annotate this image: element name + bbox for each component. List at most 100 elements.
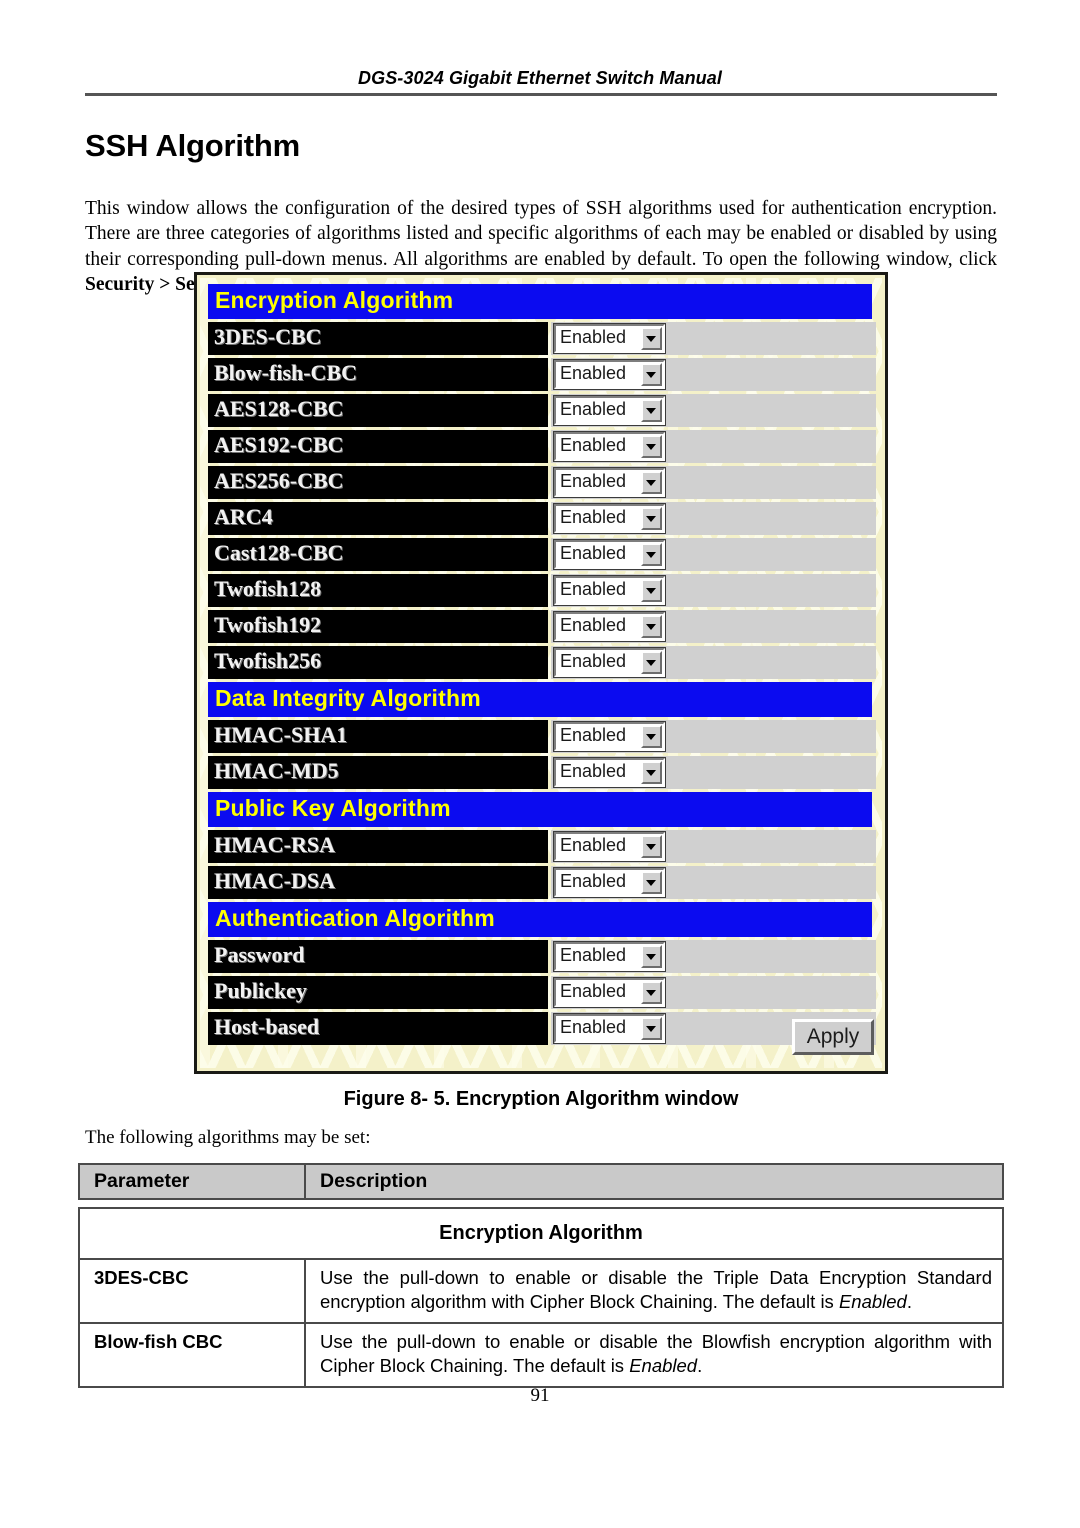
dropdown-value: Enabled	[560, 435, 627, 455]
algorithm-name-cell: Cast128-CBC	[208, 538, 548, 571]
table-lead-in-text: The following algorithms may be set:	[85, 1127, 371, 1148]
dropdown-aes192-cbc[interactable]: Enabled	[553, 431, 666, 462]
algorithm-row-aes128-cbc: AES128-CBC Enabled	[208, 394, 876, 427]
algorithm-row-twofish192: Twofish192 Enabled	[208, 610, 876, 643]
chevron-down-icon[interactable]	[641, 945, 662, 968]
manual-page: DGS-3024 Gigabit Ethernet Switch Manual …	[0, 0, 1080, 1528]
apply-button[interactable]: Apply	[792, 1019, 874, 1055]
chevron-down-icon[interactable]	[641, 507, 662, 530]
algorithm-value-cell: Enabled	[551, 646, 876, 679]
table-spacer-row	[79, 1199, 1003, 1208]
chevron-down-icon[interactable]	[641, 543, 662, 566]
algorithm-row-3des-cbc: 3DES-CBC Enabled	[208, 322, 876, 355]
section-header-label: Encryption Algorithm	[215, 287, 454, 313]
dropdown-value: Enabled	[560, 761, 627, 781]
description-emphasis: Enabled	[838, 1291, 907, 1312]
dropdown-twofish256[interactable]: Enabled	[553, 647, 666, 678]
algorithm-sections: Encryption Algorithm 3DES-CBC Enabled Bl…	[208, 284, 876, 1048]
description-tail: .	[906, 1291, 912, 1312]
chevron-down-icon[interactable]	[641, 871, 662, 894]
algorithm-row-cast128-cbc: Cast128-CBC Enabled	[208, 538, 876, 571]
dropdown-twofish192[interactable]: Enabled	[553, 611, 666, 642]
chevron-down-icon[interactable]	[641, 725, 662, 748]
dropdown-value: Enabled	[560, 871, 627, 891]
chevron-down-icon[interactable]	[641, 327, 662, 350]
algorithm-name-cell: AES128-CBC	[208, 394, 548, 427]
page-title: SSH Algorithm	[85, 127, 300, 163]
algorithm-name-cell: Twofish192	[208, 610, 548, 643]
algorithm-label: Twofish192	[214, 612, 322, 637]
algorithm-label: AES256-CBC	[214, 468, 344, 493]
algorithm-name-cell: Publickey	[208, 976, 548, 1009]
dropdown-hmac-rsa[interactable]: Enabled	[553, 831, 666, 862]
dropdown-cast128-cbc[interactable]: Enabled	[553, 539, 666, 570]
algorithm-row-arc4: ARC4 Enabled	[208, 502, 876, 535]
section-header-encryption-algorithm: Encryption Algorithm	[208, 284, 872, 319]
table-spacer-cell	[79, 1199, 1003, 1208]
algorithm-label: Twofish128	[214, 576, 322, 601]
algorithm-name-cell: HMAC-RSA	[208, 830, 548, 863]
chevron-down-icon[interactable]	[641, 761, 662, 784]
dropdown-blow-fish-cbc[interactable]: Enabled	[553, 359, 666, 390]
table-cell-description: Use the pull-down to enable or disable t…	[304, 1258, 1004, 1324]
dropdown-value: Enabled	[560, 399, 627, 419]
algorithm-row-blow-fish-cbc: Blow-fish-CBC Enabled	[208, 358, 876, 391]
dropdown-value: Enabled	[560, 363, 627, 383]
description-tail: .	[697, 1355, 703, 1376]
algorithm-name-cell: 3DES-CBC	[208, 322, 548, 355]
algorithm-name-cell: HMAC-DSA	[208, 866, 548, 899]
chevron-down-icon[interactable]	[641, 835, 662, 858]
table-row: Blow-fish CBC Use the pull-down to enabl…	[78, 1322, 1004, 1388]
dropdown-publickey[interactable]: Enabled	[553, 977, 666, 1008]
algorithm-name-cell: Twofish128	[208, 574, 548, 607]
dropdown-3des-cbc[interactable]: Enabled	[553, 323, 666, 354]
algorithm-name-cell: Password	[208, 940, 548, 973]
dropdown-hmac-dsa[interactable]: Enabled	[553, 867, 666, 898]
algorithm-value-cell: Enabled	[551, 466, 876, 499]
table-cell-description: Use the pull-down to enable or disable t…	[304, 1322, 1004, 1388]
algorithm-label: Cast128-CBC	[214, 540, 344, 565]
dropdown-value: Enabled	[560, 507, 627, 527]
chevron-down-icon[interactable]	[641, 615, 662, 638]
dropdown-hmac-sha1[interactable]: Enabled	[553, 721, 666, 752]
dropdown-hmac-md5[interactable]: Enabled	[553, 757, 666, 788]
dropdown-aes128-cbc[interactable]: Enabled	[553, 395, 666, 426]
chevron-down-icon[interactable]	[641, 471, 662, 494]
algorithm-label: Publickey	[214, 978, 307, 1003]
table-header-parameter: Parameter	[78, 1163, 306, 1200]
algorithm-value-cell: Enabled	[551, 574, 876, 607]
section-header-public-key-algorithm: Public Key Algorithm	[208, 792, 872, 827]
algorithm-row-twofish256: Twofish256 Enabled	[208, 646, 876, 679]
chevron-down-icon[interactable]	[641, 579, 662, 602]
algorithm-row-hmac-dsa: HMAC-DSA Enabled	[208, 866, 876, 899]
algorithm-row-twofish128: Twofish128 Enabled	[208, 574, 876, 607]
table-header-row: Parameter Description	[78, 1163, 1004, 1200]
dropdown-value: Enabled	[560, 579, 627, 599]
section-header-label: Data Integrity Algorithm	[215, 685, 481, 711]
algorithm-name-cell: ARC4	[208, 502, 548, 535]
dropdown-twofish128[interactable]: Enabled	[553, 575, 666, 606]
table-header-description: Description	[304, 1163, 1004, 1200]
algorithm-name-cell: Twofish256	[208, 646, 548, 679]
dropdown-value: Enabled	[560, 615, 627, 635]
chevron-down-icon[interactable]	[641, 363, 662, 386]
dropdown-arc4[interactable]: Enabled	[553, 503, 666, 534]
header-rule	[85, 93, 997, 96]
chevron-down-icon[interactable]	[641, 651, 662, 674]
chevron-down-icon[interactable]	[641, 435, 662, 458]
figure-caption: Figure 8- 5. Encryption Algorithm window	[343, 1088, 739, 1110]
algorithm-label: Blow-fish-CBC	[214, 360, 358, 385]
algorithm-value-cell: Enabled	[551, 940, 876, 973]
section-header-label: Authentication Algorithm	[215, 905, 495, 931]
table-group-title: Encryption Algorithm	[78, 1207, 1004, 1260]
algorithm-value-cell: Enabled	[551, 866, 876, 899]
algorithm-label: HMAC-DSA	[214, 868, 335, 893]
algorithm-name-cell: AES256-CBC	[208, 466, 548, 499]
algorithm-value-cell: Enabled	[551, 610, 876, 643]
chevron-down-icon[interactable]	[641, 981, 662, 1004]
section-header-data-integrity-algorithm: Data Integrity Algorithm	[208, 682, 872, 717]
dropdown-aes256-cbc[interactable]: Enabled	[553, 467, 666, 498]
algorithm-label: AES128-CBC	[214, 396, 344, 421]
chevron-down-icon[interactable]	[641, 399, 662, 422]
dropdown-password[interactable]: Enabled	[553, 941, 666, 972]
